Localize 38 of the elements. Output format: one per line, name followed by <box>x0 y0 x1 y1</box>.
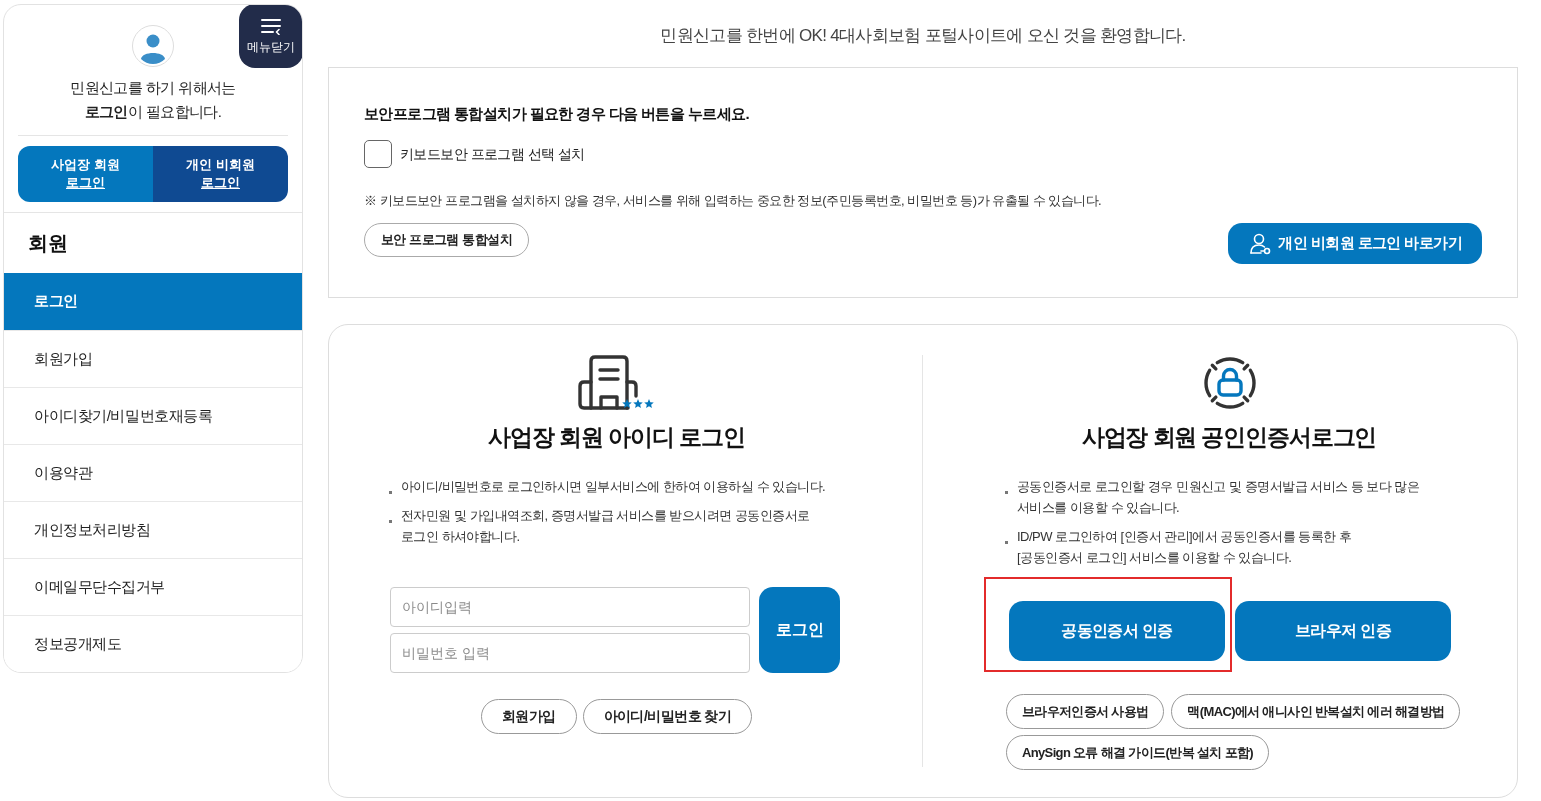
checkbox[interactable] <box>364 140 392 168</box>
cert-auth-button[interactable]: 브라우저 인증 <box>1235 601 1451 661</box>
bullet-icon <box>389 520 392 523</box>
section-title: 회원 <box>28 231 68 256</box>
security-title: 보안프로그램 통합설치가 필요한 경우 다음 버튼을 누르세요. <box>364 104 750 124</box>
help-link-button[interactable]: 브라우저인증서 사용법 <box>1006 694 1165 729</box>
password-input[interactable]: 비밀번호 입력 <box>390 633 750 673</box>
bullet-icon <box>1005 541 1008 544</box>
link-button[interactable]: 회원가입 <box>480 699 577 734</box>
sidebar-item[interactable]: 정보공개제도 <box>4 615 302 672</box>
avatar-icon <box>132 25 174 67</box>
login-prompt: 민원신고를 하기 위해서는 로그인이 필요합니다. <box>70 78 236 122</box>
security-notice: ※ 키보드보안 프로그램을 설치하지 않을 경우, 서비스를 위해 입력하는 중요한 정보(주민등록번호, 비밀번호 등)가 유출될 수 있습니다. <box>364 192 1103 210</box>
info-text: 공동인증서로 로그인할 경우 민원신고 및 증명서발급 서비스 등 보다 많은 서비스를 이용할 수 있습니다. <box>1017 478 1420 517</box>
bullet-icon <box>1005 491 1008 494</box>
sidebar-item[interactable]: 로그인 <box>4 273 302 330</box>
cert-login-title: 사업장 회원 공인인증서로그인 <box>1080 424 1378 450</box>
link-button[interactable]: 아이디/비밀번호 찾기 <box>582 699 753 734</box>
id-input[interactable]: 아이디입력 <box>390 587 750 627</box>
menu-icon <box>261 18 281 35</box>
bullet-icon <box>389 491 392 494</box>
info-text: 아이디/비밀번호로 로그인하시면 일부서비스에 한하여 이용하실 수 있습니다. <box>401 478 826 496</box>
id-login-title: 사업장 회원 아이디 로그인 <box>487 424 746 450</box>
lock-icon <box>1202 355 1258 411</box>
checkbox-label: 키보드보안 프로그램 선택 설치 <box>400 144 585 164</box>
help-link-button[interactable]: 맥(MAC)에서 애니사인 반복설치 에러 해결방법 <box>1171 694 1461 729</box>
help-link-button[interactable]: AnySign 오류 해결 가이드(반복 설치 포함) <box>1006 735 1269 770</box>
building-icon <box>578 355 654 410</box>
cert-auth-button[interactable]: 공동인증서 인증 <box>1009 601 1225 661</box>
user-icon <box>1248 231 1273 256</box>
guest-login-button[interactable]: 개인 비회원 로그인 바로가기 <box>1228 223 1482 264</box>
info-text: 전자민원 및 가입내역조회, 증명서발급 서비스를 받으시려면 공동인증서로 로그인 하셔야합니다. <box>401 507 810 546</box>
login-tab[interactable]: 사업장 회원 로그인 <box>18 146 153 202</box>
info-text: ID/PW 로그인하여 [인증서 관리]에서 공동인증서를 등록한 후 [공동인증서 로그인] 서비스를 이용할 수 있습니다. <box>1017 528 1352 567</box>
install-button[interactable]: 보안 프로그램 통합설치 <box>364 223 529 257</box>
login-button[interactable]: 로그인 <box>759 587 840 673</box>
login-tab[interactable]: 개인 비회원 로그인 <box>153 146 288 202</box>
welcome-subtitle: 민원신고를 한번에 OK! 4대사회보험 포털사이트에 오신 것을 환영합니다. <box>659 25 1187 47</box>
